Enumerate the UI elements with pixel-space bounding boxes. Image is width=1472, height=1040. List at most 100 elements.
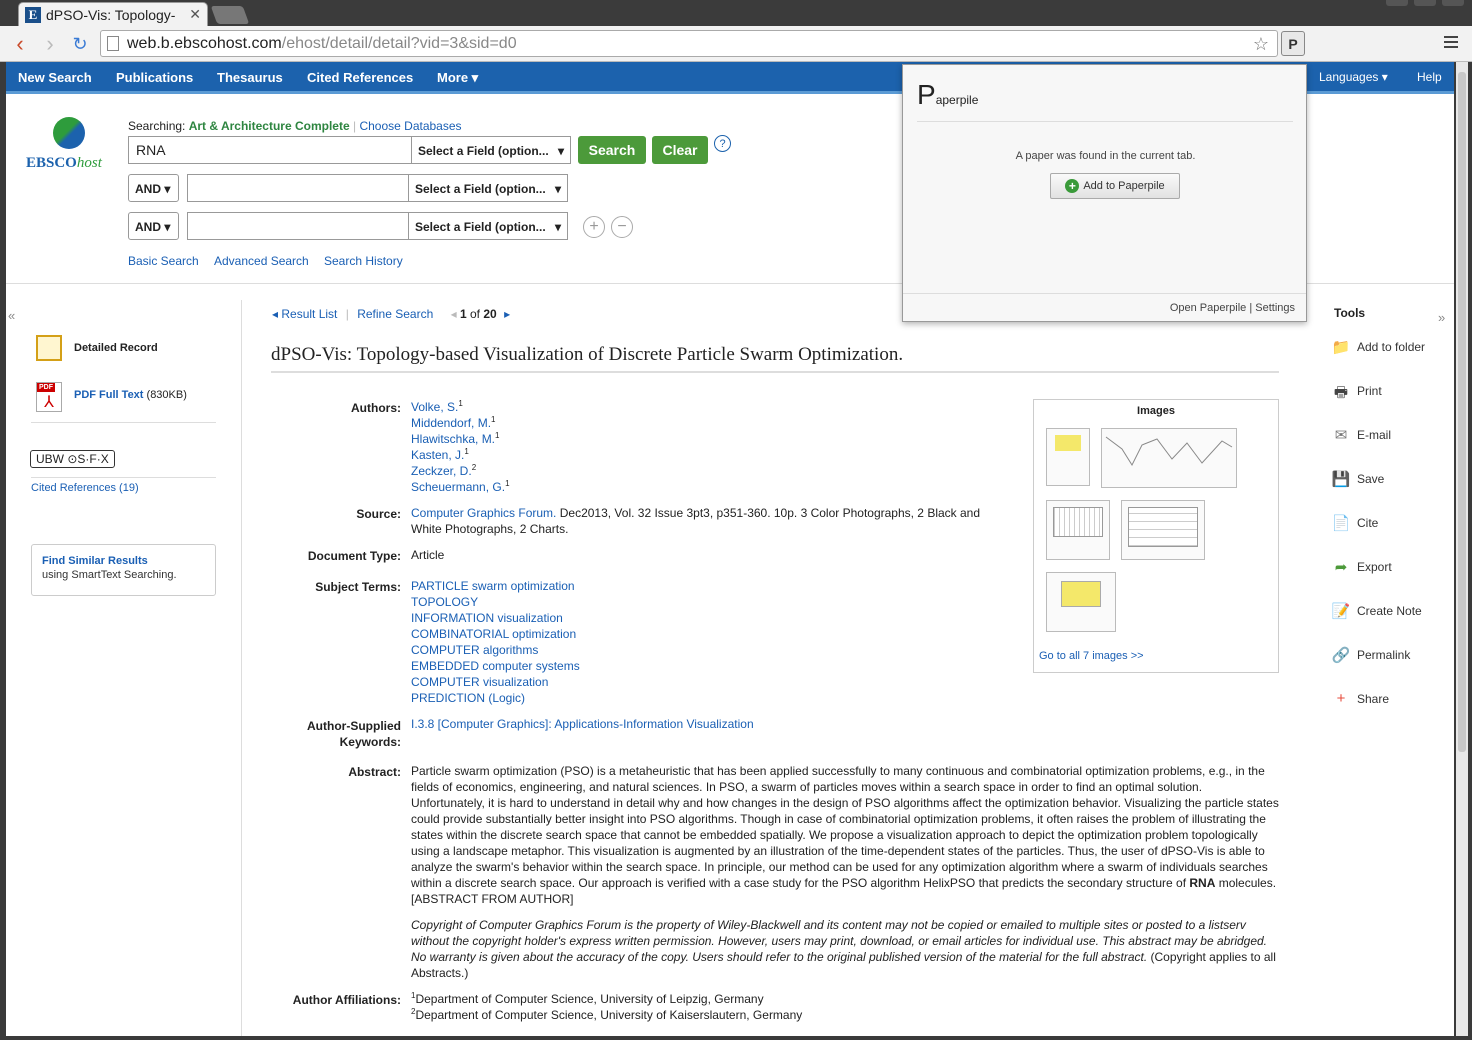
nav-more[interactable]: More ▾ xyxy=(437,70,478,86)
find-similar-box[interactable]: Find Similar Results using SmartText Sea… xyxy=(31,544,216,596)
close-window-icon[interactable] xyxy=(1442,0,1464,6)
image-thumbnail[interactable] xyxy=(1101,428,1237,488)
field-select-1[interactable]: Select a Field (option... ▾ xyxy=(411,136,571,164)
add-row-icon[interactable]: + xyxy=(583,216,605,238)
paperpile-logo-p: P xyxy=(917,79,936,110)
tool-print[interactable]: 🖶 Print xyxy=(1331,382,1382,401)
subject-term-link[interactable]: EMBEDDED computer systems xyxy=(411,658,580,674)
close-tab-icon[interactable]: ✕ xyxy=(189,6,201,23)
tool-e-mail[interactable]: ✉ E-mail xyxy=(1331,426,1391,444)
reload-icon[interactable]: ↻ xyxy=(68,32,92,56)
nav-thesaurus[interactable]: Thesaurus xyxy=(217,70,283,85)
all-images-link[interactable]: Go to all 7 images >> xyxy=(1039,650,1144,662)
paperpile-extension-icon[interactable]: P xyxy=(1281,31,1305,56)
remove-row-icon[interactable]: − xyxy=(611,216,633,238)
boolean-select-2[interactable]: AND ▾ xyxy=(128,174,179,202)
author-link[interactable]: Middendorf, M. xyxy=(411,416,491,430)
pdf-full-text-link[interactable]: PDF Full Text xyxy=(74,389,143,401)
searching-label: Searching: xyxy=(128,119,186,133)
url-path: /ehost/detail/detail?vid=3&sid=d0 xyxy=(281,34,517,52)
field-select-2[interactable]: Select a Field (option... ▾ xyxy=(408,174,568,202)
collapse-right-icon[interactable]: » xyxy=(1438,310,1445,325)
tool-share[interactable]: + Share xyxy=(1331,690,1389,708)
nav-cited-references[interactable]: Cited References xyxy=(307,70,413,85)
subject-term-link[interactable]: COMPUTER algorithms xyxy=(411,642,580,658)
collapse-left-icon[interactable]: « xyxy=(8,308,15,323)
tool-label: Share xyxy=(1357,692,1390,706)
clear-button[interactable]: Clear xyxy=(652,136,708,164)
open-paperpile-link[interactable]: Open Paperpile xyxy=(1170,302,1246,314)
image-thumbnail[interactable] xyxy=(1046,572,1116,632)
address-bar[interactable]: web.b.ebscohost.com /ehost/detail/detail… xyxy=(100,30,1278,57)
field-select-3[interactable]: Select a Field (option... ▾ xyxy=(408,212,568,240)
subject-term-link[interactable]: COMPUTER visualization xyxy=(411,674,580,690)
advanced-search-link[interactable]: Advanced Search xyxy=(214,254,309,268)
share-icon: + xyxy=(1336,690,1346,707)
search-input-3[interactable] xyxy=(187,212,409,240)
cited-references-link[interactable]: Cited References (19) xyxy=(31,482,139,494)
choose-databases-link[interactable]: Choose Databases xyxy=(359,119,461,133)
tool-permalink[interactable]: 🔗 Permalink xyxy=(1331,646,1411,664)
image-thumbnail[interactable] xyxy=(1046,428,1090,486)
boolean-select-3[interactable]: AND ▾ xyxy=(128,212,179,240)
result-list-link[interactable]: ◂ Result List xyxy=(272,307,337,321)
nav-publications[interactable]: Publications xyxy=(116,70,193,85)
subject-term-link[interactable]: TOPOLOGY xyxy=(411,594,580,610)
tool-add-to-folder[interactable]: 📁 Add to folder xyxy=(1331,338,1425,356)
subject-term-link[interactable]: INFORMATION visualization xyxy=(411,610,580,626)
nav-languages[interactable]: Languages ▾ xyxy=(1319,70,1388,84)
back-icon[interactable]: ‹ xyxy=(8,31,32,56)
scrollbar-thumb[interactable] xyxy=(1458,72,1466,752)
search-input-1[interactable]: RNA xyxy=(128,136,412,164)
new-tab-button[interactable] xyxy=(210,6,250,24)
author-link[interactable]: Volke, S. xyxy=(411,400,458,414)
article-title: dPSO-Vis: Topology-based Visualization o… xyxy=(271,344,904,365)
basic-search-link[interactable]: Basic Search xyxy=(128,254,199,268)
sfx-link-button[interactable]: UBW ⊙S·F·X xyxy=(30,450,115,468)
image-thumbnail[interactable] xyxy=(1046,500,1110,560)
source-journal-link[interactable]: Computer Graphics Forum. xyxy=(411,506,556,520)
paperpile-message: A paper was found in the current tab. xyxy=(1015,150,1196,162)
author-link[interactable]: Kasten, J. xyxy=(411,448,464,462)
bookmark-star-icon[interactable]: ☆ xyxy=(1253,34,1269,55)
author-link[interactable]: Hlawitschka, M. xyxy=(411,432,495,446)
help-icon[interactable]: ? xyxy=(714,135,731,152)
subject-term-link[interactable]: PARTICLE swarm optimization xyxy=(411,578,580,594)
pdf-full-text[interactable]: PDF Full Text (830KB) xyxy=(74,389,187,401)
subject-term-link[interactable]: COMBINATORIAL optimization xyxy=(411,626,580,642)
tool-create-note[interactable]: 📝 Create Note xyxy=(1331,602,1422,620)
browser-tab[interactable]: E dPSO-Vis: Topology- ✕ xyxy=(18,2,208,26)
nav-new-search[interactable]: New Search xyxy=(18,70,92,85)
prev-result-icon[interactable]: ◂ xyxy=(451,307,457,321)
refine-search-link[interactable]: Refine Search xyxy=(357,307,433,321)
ebscohost-logo[interactable]: EBSCOhost xyxy=(26,117,116,172)
minimize-icon[interactable] xyxy=(1386,0,1408,6)
vertical-scrollbar[interactable] xyxy=(1456,62,1468,1036)
paperpile-logo: Paperpile xyxy=(917,79,978,111)
add-to-paperpile-button[interactable]: + Add to Paperpile xyxy=(1050,173,1180,199)
search-history-link[interactable]: Search History xyxy=(324,254,403,268)
tool-label: Cite xyxy=(1357,516,1379,530)
tool-save[interactable]: 💾 Save xyxy=(1331,470,1385,488)
tool-cite[interactable]: 📄 Cite xyxy=(1331,514,1379,532)
author-sup: 1 xyxy=(458,399,463,408)
browser-menu-icon[interactable] xyxy=(1444,36,1458,51)
author-link[interactable]: Zeckzer, D. xyxy=(411,464,472,478)
tab-title: dPSO-Vis: Topology- xyxy=(46,6,176,23)
next-result-icon[interactable]: ▸ xyxy=(504,307,510,321)
search-button[interactable]: Search xyxy=(578,136,646,164)
author-link[interactable]: Scheuermann, G. xyxy=(411,480,505,494)
chart-thumbnail-icon xyxy=(1105,436,1233,467)
subject-term-link[interactable]: PREDICTION (Logic) xyxy=(411,690,580,706)
find-similar-link[interactable]: Find Similar Results xyxy=(42,555,205,567)
keyword-link[interactable]: I.3.8 [Computer Graphics]: Applications-… xyxy=(411,716,754,732)
nav-help[interactable]: Help xyxy=(1417,70,1442,84)
forward-icon[interactable]: › xyxy=(38,31,62,56)
settings-link[interactable]: Settings xyxy=(1255,302,1295,314)
author-item: Hlawitschka, M.1 xyxy=(411,431,510,447)
search-input-2[interactable] xyxy=(187,174,409,202)
maximize-icon[interactable] xyxy=(1414,0,1436,6)
tool-export[interactable]: ➦ Export xyxy=(1331,558,1392,576)
database-name: Art & Architecture Complete xyxy=(188,119,350,133)
image-thumbnail[interactable] xyxy=(1121,500,1205,560)
